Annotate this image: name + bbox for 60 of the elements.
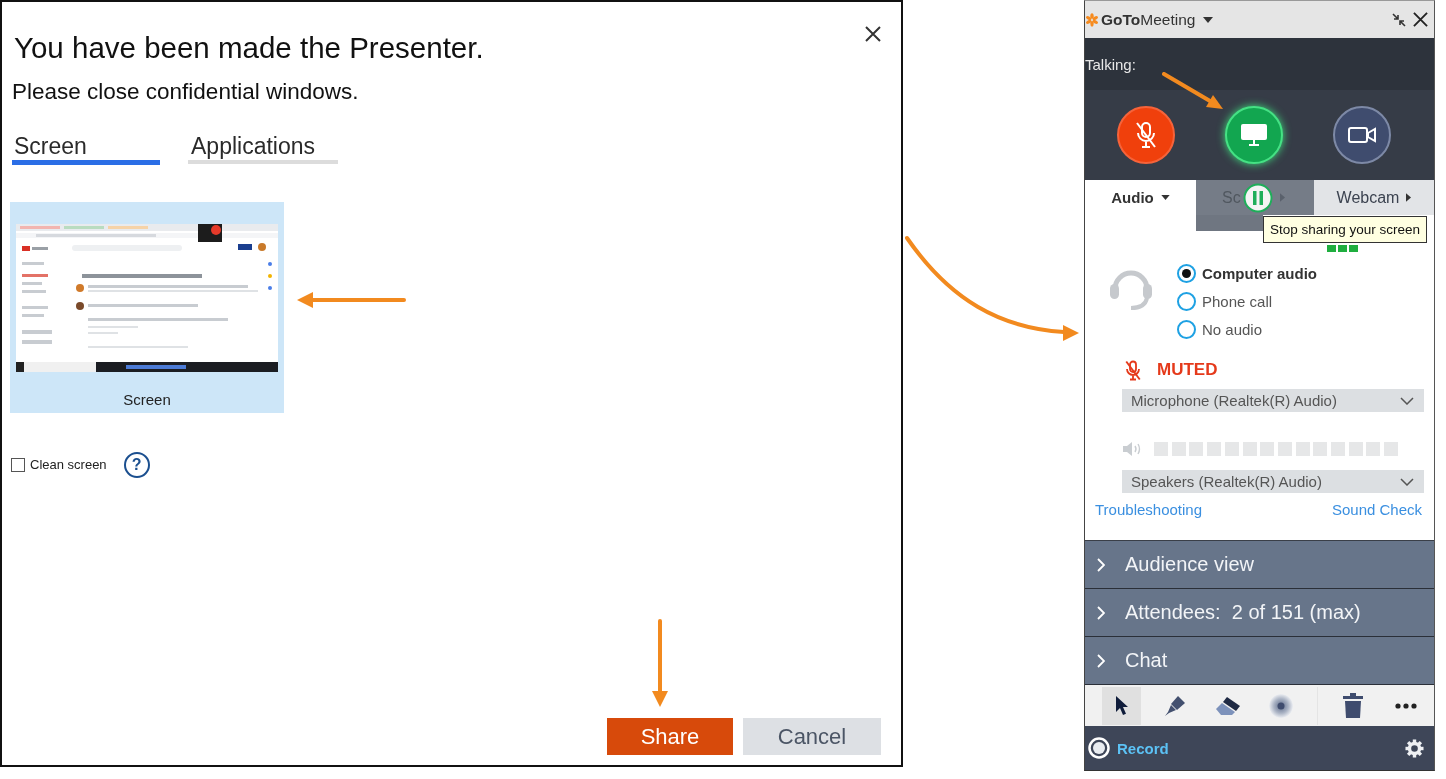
caret-down-icon[interactable]: [1203, 16, 1214, 23]
speaker-icon: [1122, 442, 1142, 456]
pointer-icon: [1114, 695, 1129, 716]
help-button[interactable]: ?: [123, 452, 150, 478]
muted-status: MUTED: [1157, 360, 1218, 380]
radio-label: Computer audio: [1202, 264, 1317, 282]
collapsible-section[interactable]: Audience view: [1085, 541, 1434, 589]
logo-icon: [1086, 12, 1098, 27]
collapse-icon[interactable]: [1392, 12, 1406, 27]
speakers-dropdown[interactable]: Speakers (Realtek(R) Audio): [1122, 470, 1424, 493]
tab[interactable]: Applications: [188, 133, 338, 164]
eraser-icon: [1214, 695, 1241, 716]
settings-icon[interactable]: [1405, 738, 1424, 758]
screen-share-button[interactable]: [1225, 106, 1283, 164]
collapsible-section[interactable]: Chat: [1085, 637, 1434, 685]
radio-button[interactable]: [1177, 263, 1196, 283]
dialog-title: You have been made the Presenter.: [14, 30, 484, 66]
record-icon: [1088, 737, 1110, 759]
tooltip: Stop sharing your screen: [1263, 216, 1428, 243]
sound-check-link[interactable]: Sound Check: [1331, 501, 1422, 519]
dialog-subtitle: Please close confidential windows.: [12, 78, 359, 106]
pen-icon: [1163, 694, 1186, 717]
trash-icon: [1341, 693, 1364, 718]
radio-button[interactable]: [1177, 319, 1196, 339]
close-icon[interactable]: [1413, 12, 1428, 27]
spotlight-icon: [1268, 693, 1293, 718]
chevron-down-icon: [1400, 477, 1414, 486]
video-camera-icon: [1348, 126, 1376, 144]
caret-right-icon: [1406, 193, 1412, 202]
pause-icon[interactable]: [1243, 183, 1273, 213]
caret-right-icon: [1280, 193, 1285, 202]
checkbox-label: Clean screen: [30, 457, 107, 473]
chevron-down-icon: [1400, 396, 1414, 405]
monitor-icon: [1240, 123, 1268, 147]
pointer-tool-button[interactable]: [1102, 686, 1141, 725]
microphone-muted-icon: [1134, 121, 1158, 149]
troubleshooting-link[interactable]: Troubleshooting: [1095, 501, 1202, 519]
caret-down-icon: [1160, 195, 1170, 200]
record-button[interactable]: Record: [1088, 737, 1169, 759]
talking-label: Talking:: [1085, 55, 1136, 73]
cancel-button[interactable]: Cancel: [743, 718, 881, 755]
microphone-muted-icon: [1124, 359, 1142, 381]
annotation-arrow: [1162, 72, 1224, 110]
app-name: GoToMeeting: [1101, 10, 1196, 29]
tab[interactable]: Webcam: [1314, 180, 1434, 215]
radio-label: Phone call: [1202, 292, 1273, 310]
share-option[interactable]: Screen: [10, 202, 284, 413]
webcam-button[interactable]: [1333, 106, 1391, 164]
tab[interactable]: Screen: [12, 133, 160, 165]
signal-bars-icon: [1327, 245, 1358, 252]
collapsible-section[interactable]: Attendees: 2 of 151 (max): [1085, 589, 1434, 637]
radio-label: No audio: [1202, 320, 1263, 338]
tab-shadow: [1196, 215, 1263, 231]
close-icon[interactable]: [865, 26, 881, 42]
more-dots-icon: [1394, 702, 1417, 709]
share-button[interactable]: Share: [607, 718, 733, 755]
microphone-dropdown[interactable]: Microphone (Realtek(R) Audio): [1122, 389, 1424, 412]
radio-button[interactable]: [1177, 291, 1196, 311]
microphone-button[interactable]: [1117, 106, 1175, 164]
checkbox[interactable]: [11, 458, 25, 472]
